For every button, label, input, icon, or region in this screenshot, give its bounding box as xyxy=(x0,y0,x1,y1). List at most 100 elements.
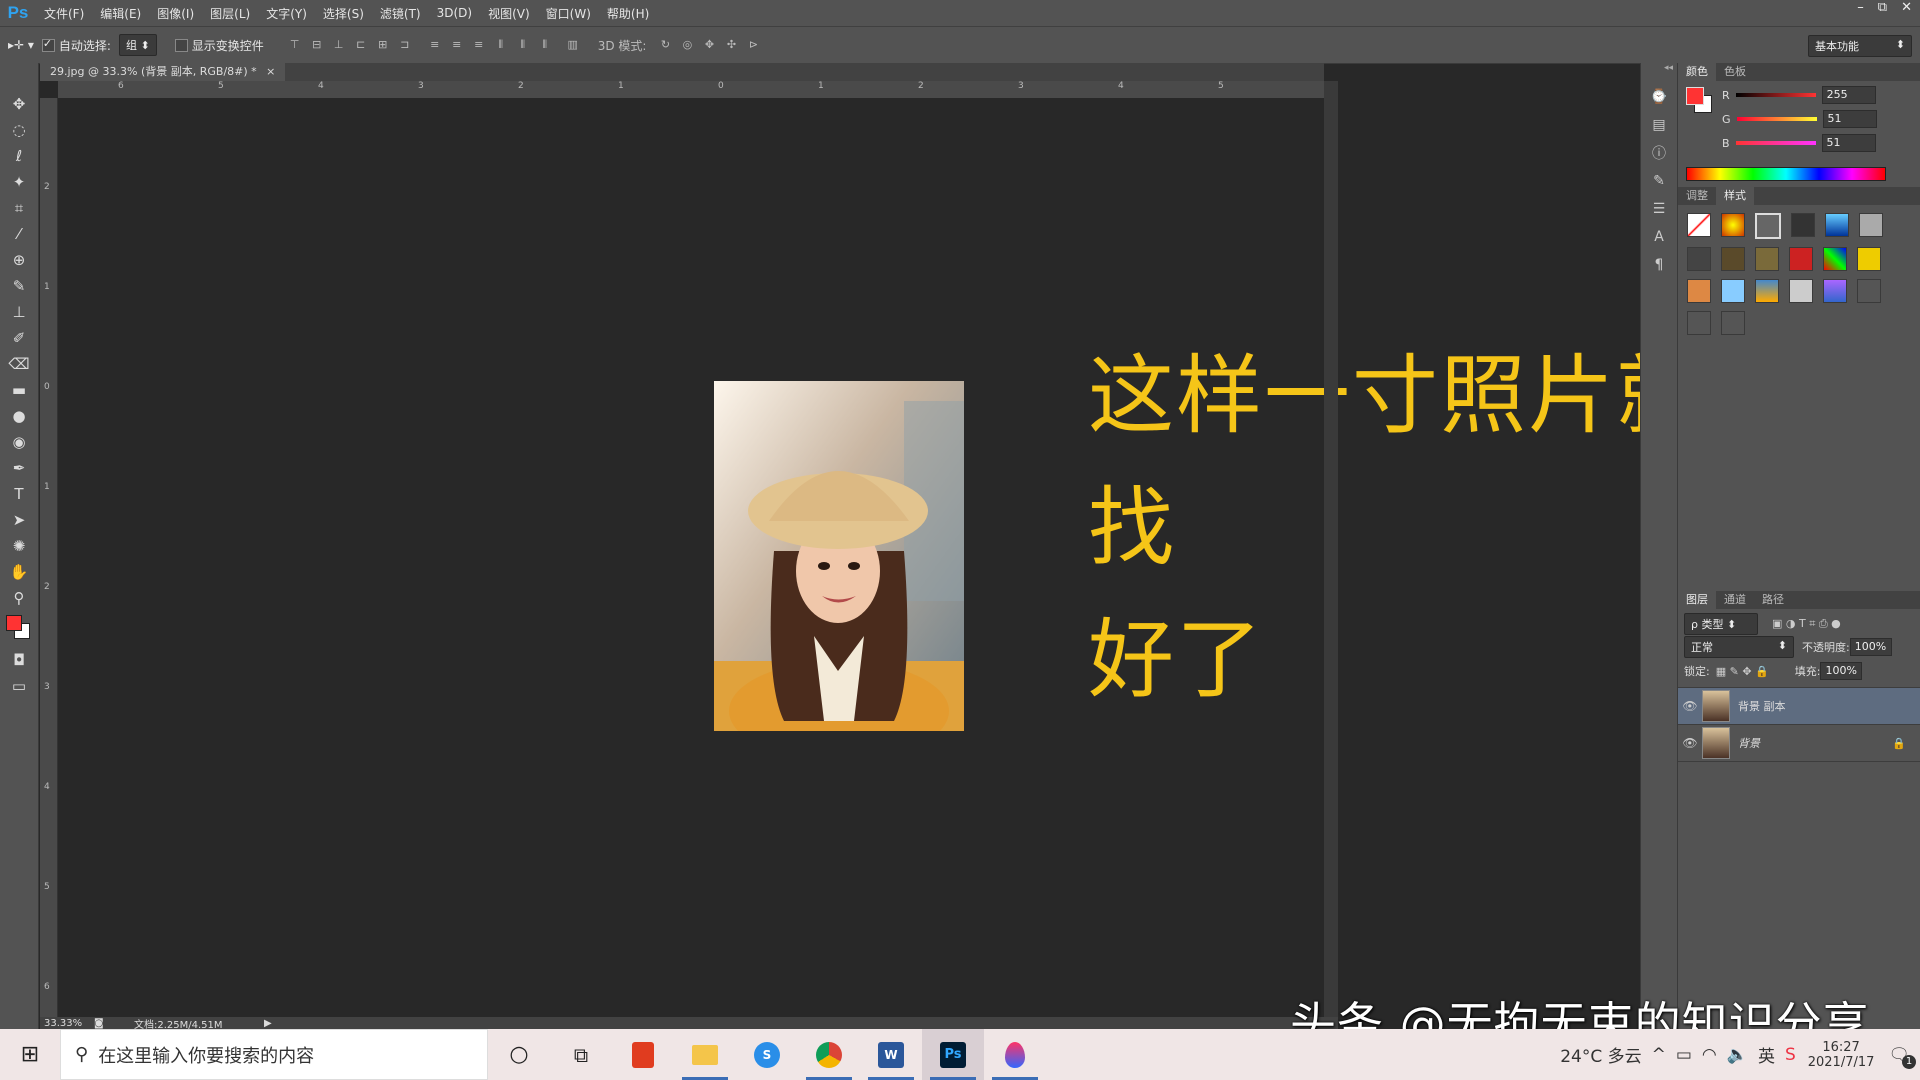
menu-image[interactable]: 图像(I) xyxy=(149,5,202,22)
menu-filter[interactable]: 滤镜(T) xyxy=(372,5,429,22)
style-swatch[interactable] xyxy=(1687,213,1711,237)
scale-3d-icon[interactable]: ⊳ xyxy=(746,38,760,52)
close-tab-button[interactable]: × xyxy=(266,65,275,78)
b-value-input[interactable]: 51 xyxy=(1821,134,1876,152)
menu-window[interactable]: 窗口(W) xyxy=(538,5,599,22)
layer-row[interactable]: 👁 背景 🔒 xyxy=(1678,725,1920,762)
blend-mode-dropdown[interactable]: 正常 ⬍ xyxy=(1684,636,1794,658)
marquee-tool-icon[interactable]: ◌ xyxy=(0,117,38,143)
distribute-top-icon[interactable]: ≡ xyxy=(428,38,442,52)
crop-tool-icon[interactable]: ⌗ xyxy=(0,195,38,221)
taskbar-search-box[interactable]: ⚲ 在这里输入你要搜索的内容 xyxy=(60,1029,488,1080)
color-spectrum-ramp[interactable] xyxy=(1686,167,1886,181)
file-explorer-icon[interactable] xyxy=(674,1029,736,1080)
info-panel-icon[interactable]: ⓘ xyxy=(1641,139,1677,167)
style-swatch[interactable] xyxy=(1789,279,1813,303)
style-swatch[interactable] xyxy=(1857,247,1881,271)
tool-presets-icon[interactable]: ☰ xyxy=(1641,195,1677,223)
auto-select-checkbox[interactable]: 自动选择: xyxy=(41,37,111,54)
healing-brush-tool-icon[interactable]: ⊕ xyxy=(0,247,38,273)
share-icon[interactable]: ◙ xyxy=(94,1018,114,1029)
photoshop-taskbar-icon[interactable]: Ps xyxy=(922,1029,984,1080)
collapse-arrow-icon[interactable]: ◂◂ xyxy=(1641,63,1677,83)
style-swatch[interactable] xyxy=(1721,311,1745,335)
g-value-input[interactable]: 51 xyxy=(1822,110,1877,128)
path-selection-tool-icon[interactable]: ➤ xyxy=(0,507,38,533)
tray-expand-icon[interactable]: ^ xyxy=(1652,1045,1666,1065)
windows-start-icon[interactable]: ⊞ xyxy=(0,1029,60,1080)
filter-icons[interactable]: ▣ ◑ T ⌗ ⎙ ● xyxy=(1772,617,1841,631)
fill-input[interactable]: 100% xyxy=(1820,662,1863,680)
history-panel-icon[interactable]: ⌚ xyxy=(1641,83,1677,111)
dodge-tool-icon[interactable]: ◉ xyxy=(0,429,38,455)
style-swatch[interactable] xyxy=(1687,247,1711,271)
clone-stamp-tool-icon[interactable]: ⊥ xyxy=(0,299,38,325)
cortana-icon[interactable]: ○ xyxy=(488,1029,550,1080)
menu-view[interactable]: 视图(V) xyxy=(480,5,538,22)
paragraph-panel-icon[interactable]: ¶ xyxy=(1641,251,1677,279)
menu-3d[interactable]: 3D(D) xyxy=(429,6,480,20)
pan-3d-icon[interactable]: ✥ xyxy=(702,38,716,52)
style-swatch[interactable] xyxy=(1687,279,1711,303)
minimize-button[interactable]: – xyxy=(1857,0,1864,18)
auto-select-dropdown[interactable]: 组 ⬍ xyxy=(118,34,157,56)
word-icon[interactable]: W xyxy=(860,1029,922,1080)
style-swatch[interactable] xyxy=(1823,247,1847,271)
menu-file[interactable]: 文件(F) xyxy=(36,5,92,22)
menu-type[interactable]: 文字(Y) xyxy=(258,5,315,22)
style-swatch[interactable] xyxy=(1823,279,1847,303)
lasso-tool-icon[interactable]: ℓ xyxy=(0,143,38,169)
layer-name[interactable]: 背景 xyxy=(1738,735,1892,751)
eye-icon[interactable]: 👁 xyxy=(1678,736,1702,750)
portrait-photo[interactable] xyxy=(714,381,964,731)
weather-widget[interactable]: 24°C 多云 xyxy=(1560,1042,1641,1067)
volume-icon[interactable]: 🔈 xyxy=(1727,1045,1748,1065)
align-vcenter-icon[interactable]: ⊟ xyxy=(310,38,324,52)
eyedropper-tool-icon[interactable]: ⁄ xyxy=(0,221,38,247)
distribute-hcenter-icon[interactable]: ⦀ xyxy=(516,38,530,52)
hand-tool-icon[interactable]: ✋ xyxy=(0,559,38,585)
quick-mask-icon[interactable]: ◘ xyxy=(0,647,38,673)
style-swatch[interactable] xyxy=(1789,247,1813,271)
menu-layer[interactable]: 图层(L) xyxy=(202,5,258,22)
zoom-tool-icon[interactable]: ⚲ xyxy=(0,585,38,611)
style-swatch[interactable] xyxy=(1825,213,1849,237)
g-slider[interactable] xyxy=(1736,117,1817,121)
tab-paths[interactable]: 路径 xyxy=(1754,591,1792,609)
r-slider[interactable] xyxy=(1735,93,1816,97)
vertical-scrollbar[interactable] xyxy=(1324,81,1338,1017)
color-swatches[interactable] xyxy=(0,611,38,647)
clock[interactable]: 16:27 2021/7/17 xyxy=(1808,1040,1875,1070)
align-hcenter-icon[interactable]: ⊞ xyxy=(376,38,390,52)
tab-channels[interactable]: 通道 xyxy=(1716,591,1754,609)
eraser-tool-icon[interactable]: ⌫ xyxy=(0,351,38,377)
task-view-icon[interactable]: ⧉ xyxy=(550,1029,612,1080)
distribute-vcenter-icon[interactable]: ≡ xyxy=(450,38,464,52)
magic-wand-tool-icon[interactable]: ✦ xyxy=(0,169,38,195)
eye-icon[interactable]: 👁 xyxy=(1678,699,1702,713)
show-transform-checkbox[interactable]: 显示变换控件 xyxy=(174,37,264,54)
rotate-3d-icon[interactable]: ↻ xyxy=(658,38,672,52)
battery-icon[interactable]: ▭ xyxy=(1676,1045,1692,1065)
gradient-tool-icon[interactable]: ▬ xyxy=(0,377,38,403)
menu-edit[interactable]: 编辑(E) xyxy=(92,5,149,22)
wifi-icon[interactable]: ◠ xyxy=(1702,1045,1717,1065)
distribute-bottom-icon[interactable]: ≡ xyxy=(472,38,486,52)
style-swatch[interactable] xyxy=(1755,213,1781,239)
layer-name[interactable]: 背景 副本 xyxy=(1738,698,1786,714)
tab-styles[interactable]: 样式 xyxy=(1716,187,1754,205)
zoom-level[interactable]: 33.33% xyxy=(44,1018,94,1029)
align-left-icon[interactable]: ⊏ xyxy=(354,38,368,52)
style-swatch[interactable] xyxy=(1687,311,1711,335)
workspace-dropdown[interactable]: 基本功能 ⬍ xyxy=(1808,35,1912,57)
shape-tool-icon[interactable]: ✺ xyxy=(0,533,38,559)
menu-select[interactable]: 选择(S) xyxy=(315,5,372,22)
pen-tool-icon[interactable]: ✒ xyxy=(0,455,38,481)
chrome-icon[interactable] xyxy=(798,1029,860,1080)
history-brush-tool-icon[interactable]: ✐ xyxy=(0,325,38,351)
sogou-browser-icon[interactable]: S xyxy=(736,1029,798,1080)
style-swatch[interactable] xyxy=(1721,213,1745,237)
opacity-input[interactable]: 100% xyxy=(1849,638,1892,656)
distribute-left-icon[interactable]: ⦀ xyxy=(494,38,508,52)
r-value-input[interactable]: 255 xyxy=(1821,86,1876,104)
